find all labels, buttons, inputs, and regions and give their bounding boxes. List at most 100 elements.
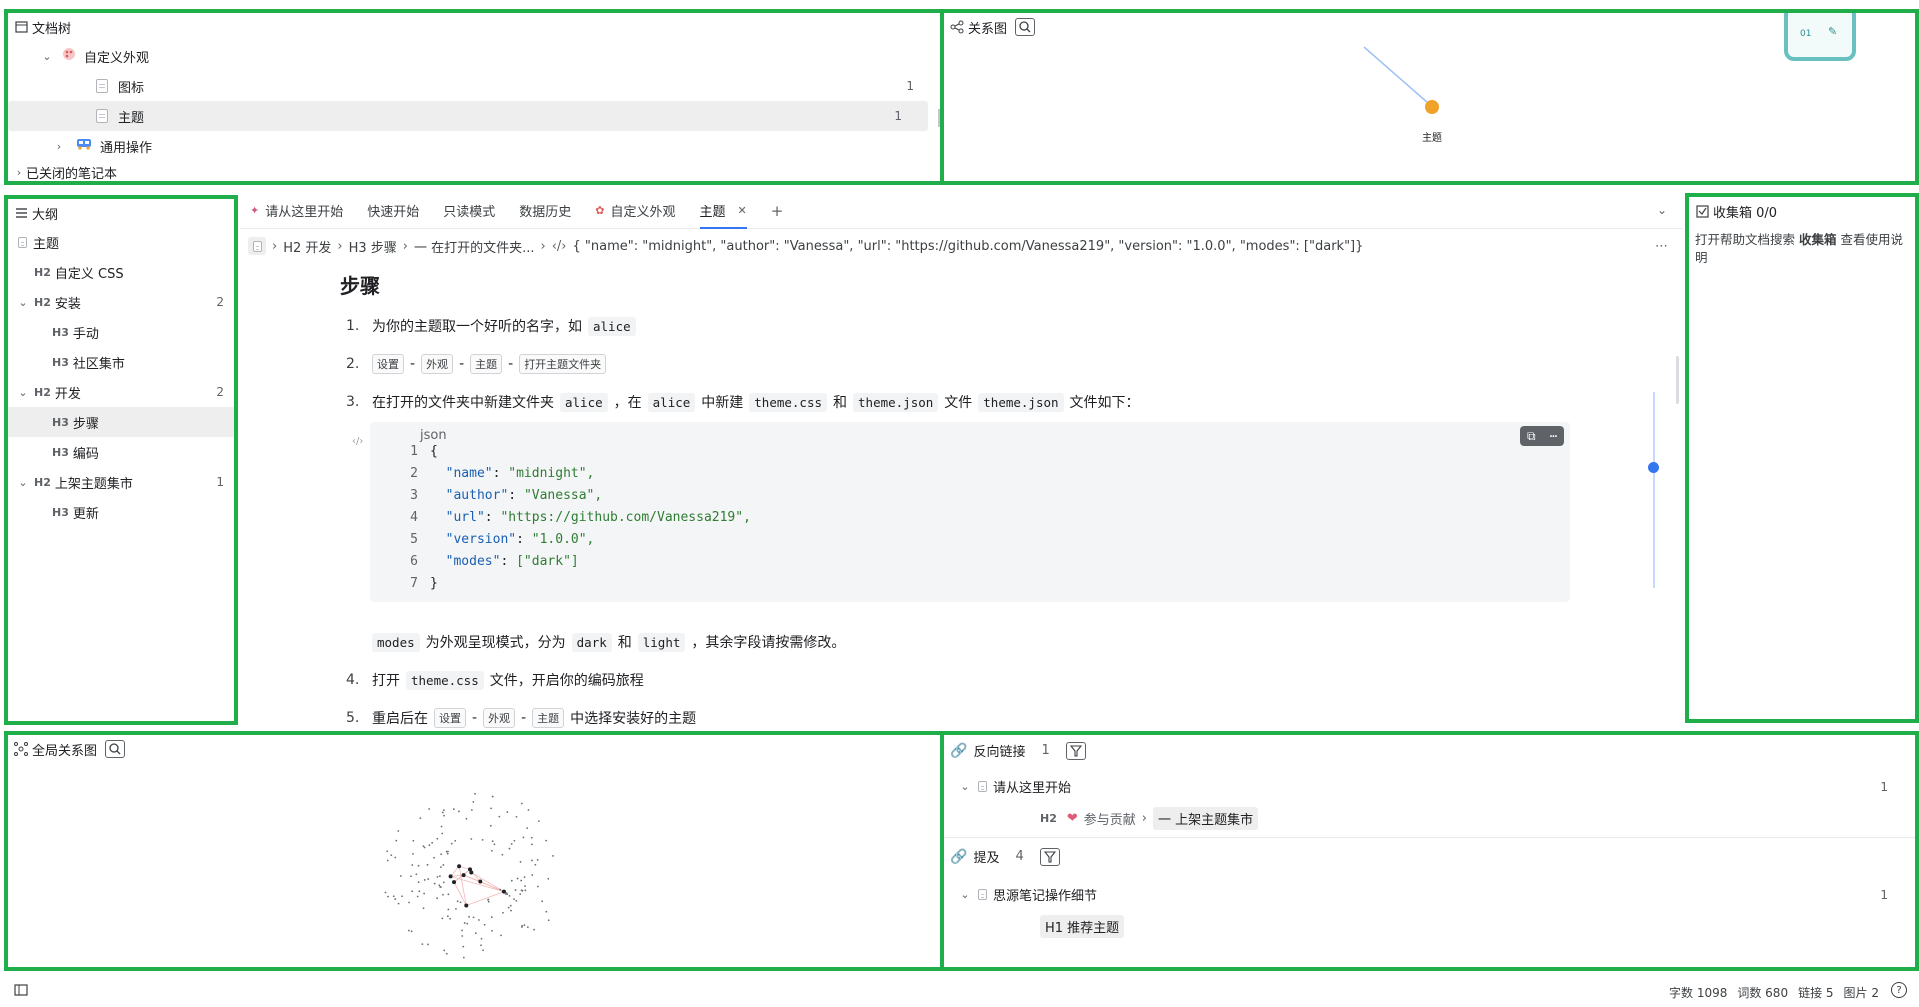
outline-item[interactable]: ⌄ H2 开发 2 [8, 377, 234, 407]
outline-item[interactable]: H3 编码 [8, 437, 234, 467]
breadcrumb-item[interactable]: 一 在打开的文件夹... [414, 237, 535, 256]
breadcrumb-item-code[interactable]: { "name": "midnight", "author": "Vanessa… [573, 239, 1364, 254]
breadcrumb-item[interactable]: H2 开发 [283, 237, 331, 256]
tab-data-history[interactable]: 数据历史 [507, 193, 583, 229]
graph-node-theme[interactable] [1425, 100, 1439, 114]
paragraph[interactable]: modes 为外观呈现模式，分为 dark 和 light ，其余字段请按需修改… [372, 632, 845, 652]
tab-theme[interactable]: 主题 ✕ [688, 193, 759, 229]
floating-widget[interactable]: 01 ✎ [1784, 13, 1856, 61]
code-line: 6 "modes": ["dark"] [404, 554, 579, 569]
tab-readonly-mode[interactable]: 只读模式 [431, 193, 507, 229]
line-number: 5 [410, 532, 418, 547]
separator: - [508, 356, 514, 372]
inline-code: modes [372, 632, 420, 652]
code-language[interactable]: json [420, 428, 447, 443]
chevron-down-icon[interactable]: ⌄ [40, 49, 54, 63]
global-graph-panel: 全局关系图 [4, 731, 944, 971]
outline-item[interactable]: H3 手动 [8, 317, 234, 347]
list-number: 2. [346, 356, 360, 372]
status-bar: 字数 1098 词数 680 链接 5 图片 2 ? [0, 975, 1919, 1007]
list-item[interactable]: 5. 重启后在 设置 - 外观 - 主题 中选择安装好的主题 [346, 708, 696, 728]
editor-content[interactable]: 步骤 1. 为你的主题取一个好听的名字，如 alice 2. 设置 - 外观 -… [240, 262, 1683, 728]
more-icon[interactable]: ⋯ [1655, 239, 1668, 254]
kbd-label: 设置 [434, 708, 466, 728]
link-icon: 🔗 [950, 848, 968, 865]
tab-label: 快速开始 [367, 205, 420, 220]
list-item[interactable]: 3. 在打开的文件夹中新建文件夹 alice ，在 alice 中新建 them… [346, 392, 1140, 412]
chevron-right-icon[interactable]: › [52, 139, 66, 153]
more-icon[interactable]: ⋯ [1550, 429, 1557, 443]
chevron-right-icon[interactable]: › [12, 165, 26, 179]
outline-item-label: 手动 [72, 326, 99, 342]
new-tab-button[interactable]: + [759, 193, 796, 229]
code-line: 7} [404, 576, 438, 591]
global-graph-canvas[interactable] [8, 735, 938, 967]
outline-item[interactable]: ⌄ H2 上架主题集市 1 [8, 467, 234, 497]
outline-item[interactable]: H3 更新 [8, 497, 234, 527]
backlink-path[interactable]: H2 ❤ 参与贡献 › 一 上架主题集市 [1040, 807, 1259, 830]
tree-item-custom-appearance[interactable]: ⌄ 自定义外观 [8, 41, 940, 71]
tree-item-closed-notebooks[interactable]: › 已关闭的笔记本 [8, 161, 940, 182]
outline-item-label: 开发 [54, 386, 81, 402]
list-item[interactable]: 1. 为你的主题取一个好听的名字，如 alice [346, 316, 636, 336]
backlink-doc[interactable]: ⌄ 请从这里开始 1 [958, 777, 1908, 797]
editor-scrollbar[interactable] [1676, 356, 1679, 404]
close-icon[interactable]: ✕ [738, 204, 747, 217]
relation-graph-canvas[interactable] [944, 13, 1914, 181]
chevron-down-icon[interactable]: ⌄ [958, 780, 972, 794]
paragraph-text: 和 [617, 635, 632, 651]
heading-level: H3 [52, 445, 69, 459]
tree-item-general[interactable]: › 通用操作 [8, 131, 940, 161]
chevron-down-icon[interactable]: ⌄ [1657, 203, 1667, 217]
code-block[interactable]: json ⧉ ⋯ 1{ 2 "name": "midnight", 3 "auth… [370, 422, 1570, 602]
outline-item[interactable]: H2 自定义 CSS [8, 257, 234, 287]
list-item[interactable]: 2. 设置 - 外观 - 主题 - 打开主题文件夹 [346, 354, 607, 374]
minimap-track[interactable] [1653, 392, 1655, 588]
filter-icon[interactable] [1065, 741, 1086, 760]
outline-item-doc[interactable]: 主题 [8, 227, 234, 257]
separator: - [410, 356, 416, 372]
mention-doc[interactable]: ⌄ 思源笔记操作细节 1 [958, 885, 1908, 905]
chevron-down-icon[interactable]: ⌄ [16, 295, 30, 309]
help-icon[interactable]: ? [1891, 982, 1907, 998]
tree-item-theme[interactable]: 主题 1 [8, 101, 928, 131]
bus-icon [76, 138, 92, 154]
tab-quick-start[interactable]: 快速开始 [355, 193, 431, 229]
code-line: 5 "version": "1.0.0", [404, 532, 594, 547]
list-text: 文件 [944, 395, 973, 411]
tab-start-here[interactable]: ✦ 请从这里开始 [240, 193, 355, 229]
minimap-handle[interactable] [1648, 462, 1659, 473]
inline-code: dark [571, 632, 612, 652]
heart-icon: ❤ [1066, 811, 1078, 826]
chevron-down-icon[interactable]: ⌄ [16, 385, 30, 399]
outline-item-selected[interactable]: H3 步骤 [8, 407, 234, 437]
code-block-toolbar[interactable]: ⧉ ⋯ [1520, 426, 1564, 446]
breadcrumb-separator: › [402, 238, 408, 254]
json-value: "1.0.0", [531, 532, 595, 547]
outline-item[interactable]: H3 社区集市 [8, 347, 234, 377]
tab-custom-appearance[interactable]: ✿ 自定义外观 [583, 193, 687, 229]
heading-level: H2 [34, 265, 51, 279]
editor-tabs: ✦ 请从这里开始 快速开始 只读模式 数据历史 ✿ 自定义外观 主题 ✕ + ⌄ [240, 193, 1683, 229]
inbox-title: 收集箱 0/0 [1713, 205, 1778, 221]
inline-code: alice [588, 316, 636, 336]
json-value: ["dark"] [516, 554, 579, 569]
list-text: 为你的主题取一个好听的名字，如 [372, 319, 582, 335]
breadcrumb-item[interactable]: H3 步骤 [349, 237, 397, 256]
copy-icon[interactable]: ⧉ [1527, 429, 1536, 444]
filter-icon[interactable] [1039, 847, 1060, 866]
chevron-down-icon[interactable]: ⌄ [958, 888, 972, 902]
outline-item[interactable]: ⌄ H2 安装 2 [8, 287, 234, 317]
chevron-down-icon[interactable]: ⌄ [16, 475, 30, 489]
section-heading[interactable]: 步骤 [340, 270, 380, 299]
backlinks-panel: 🔗 反向链接 1 ⌄ 请从这里开始 1 H2 ❤ 参与贡献 › 一 上架主题集市… [940, 731, 1919, 971]
sidebar-toggle-icon[interactable] [14, 984, 28, 999]
kbd-label: 主题 [532, 708, 565, 728]
mention-item[interactable]: H1 推荐主题 [1040, 915, 1125, 938]
inbox-icon [1695, 204, 1709, 218]
list-item[interactable]: 4. 打开 theme.css 文件，开启你的编码旅程 [346, 670, 644, 690]
document-icon[interactable] [248, 237, 266, 255]
paragraph-text: 为外观呈现模式，分为 [425, 635, 566, 651]
tree-item-icons[interactable]: 图标 1 [8, 71, 940, 101]
outline-item-label: 社区集市 [72, 356, 125, 372]
